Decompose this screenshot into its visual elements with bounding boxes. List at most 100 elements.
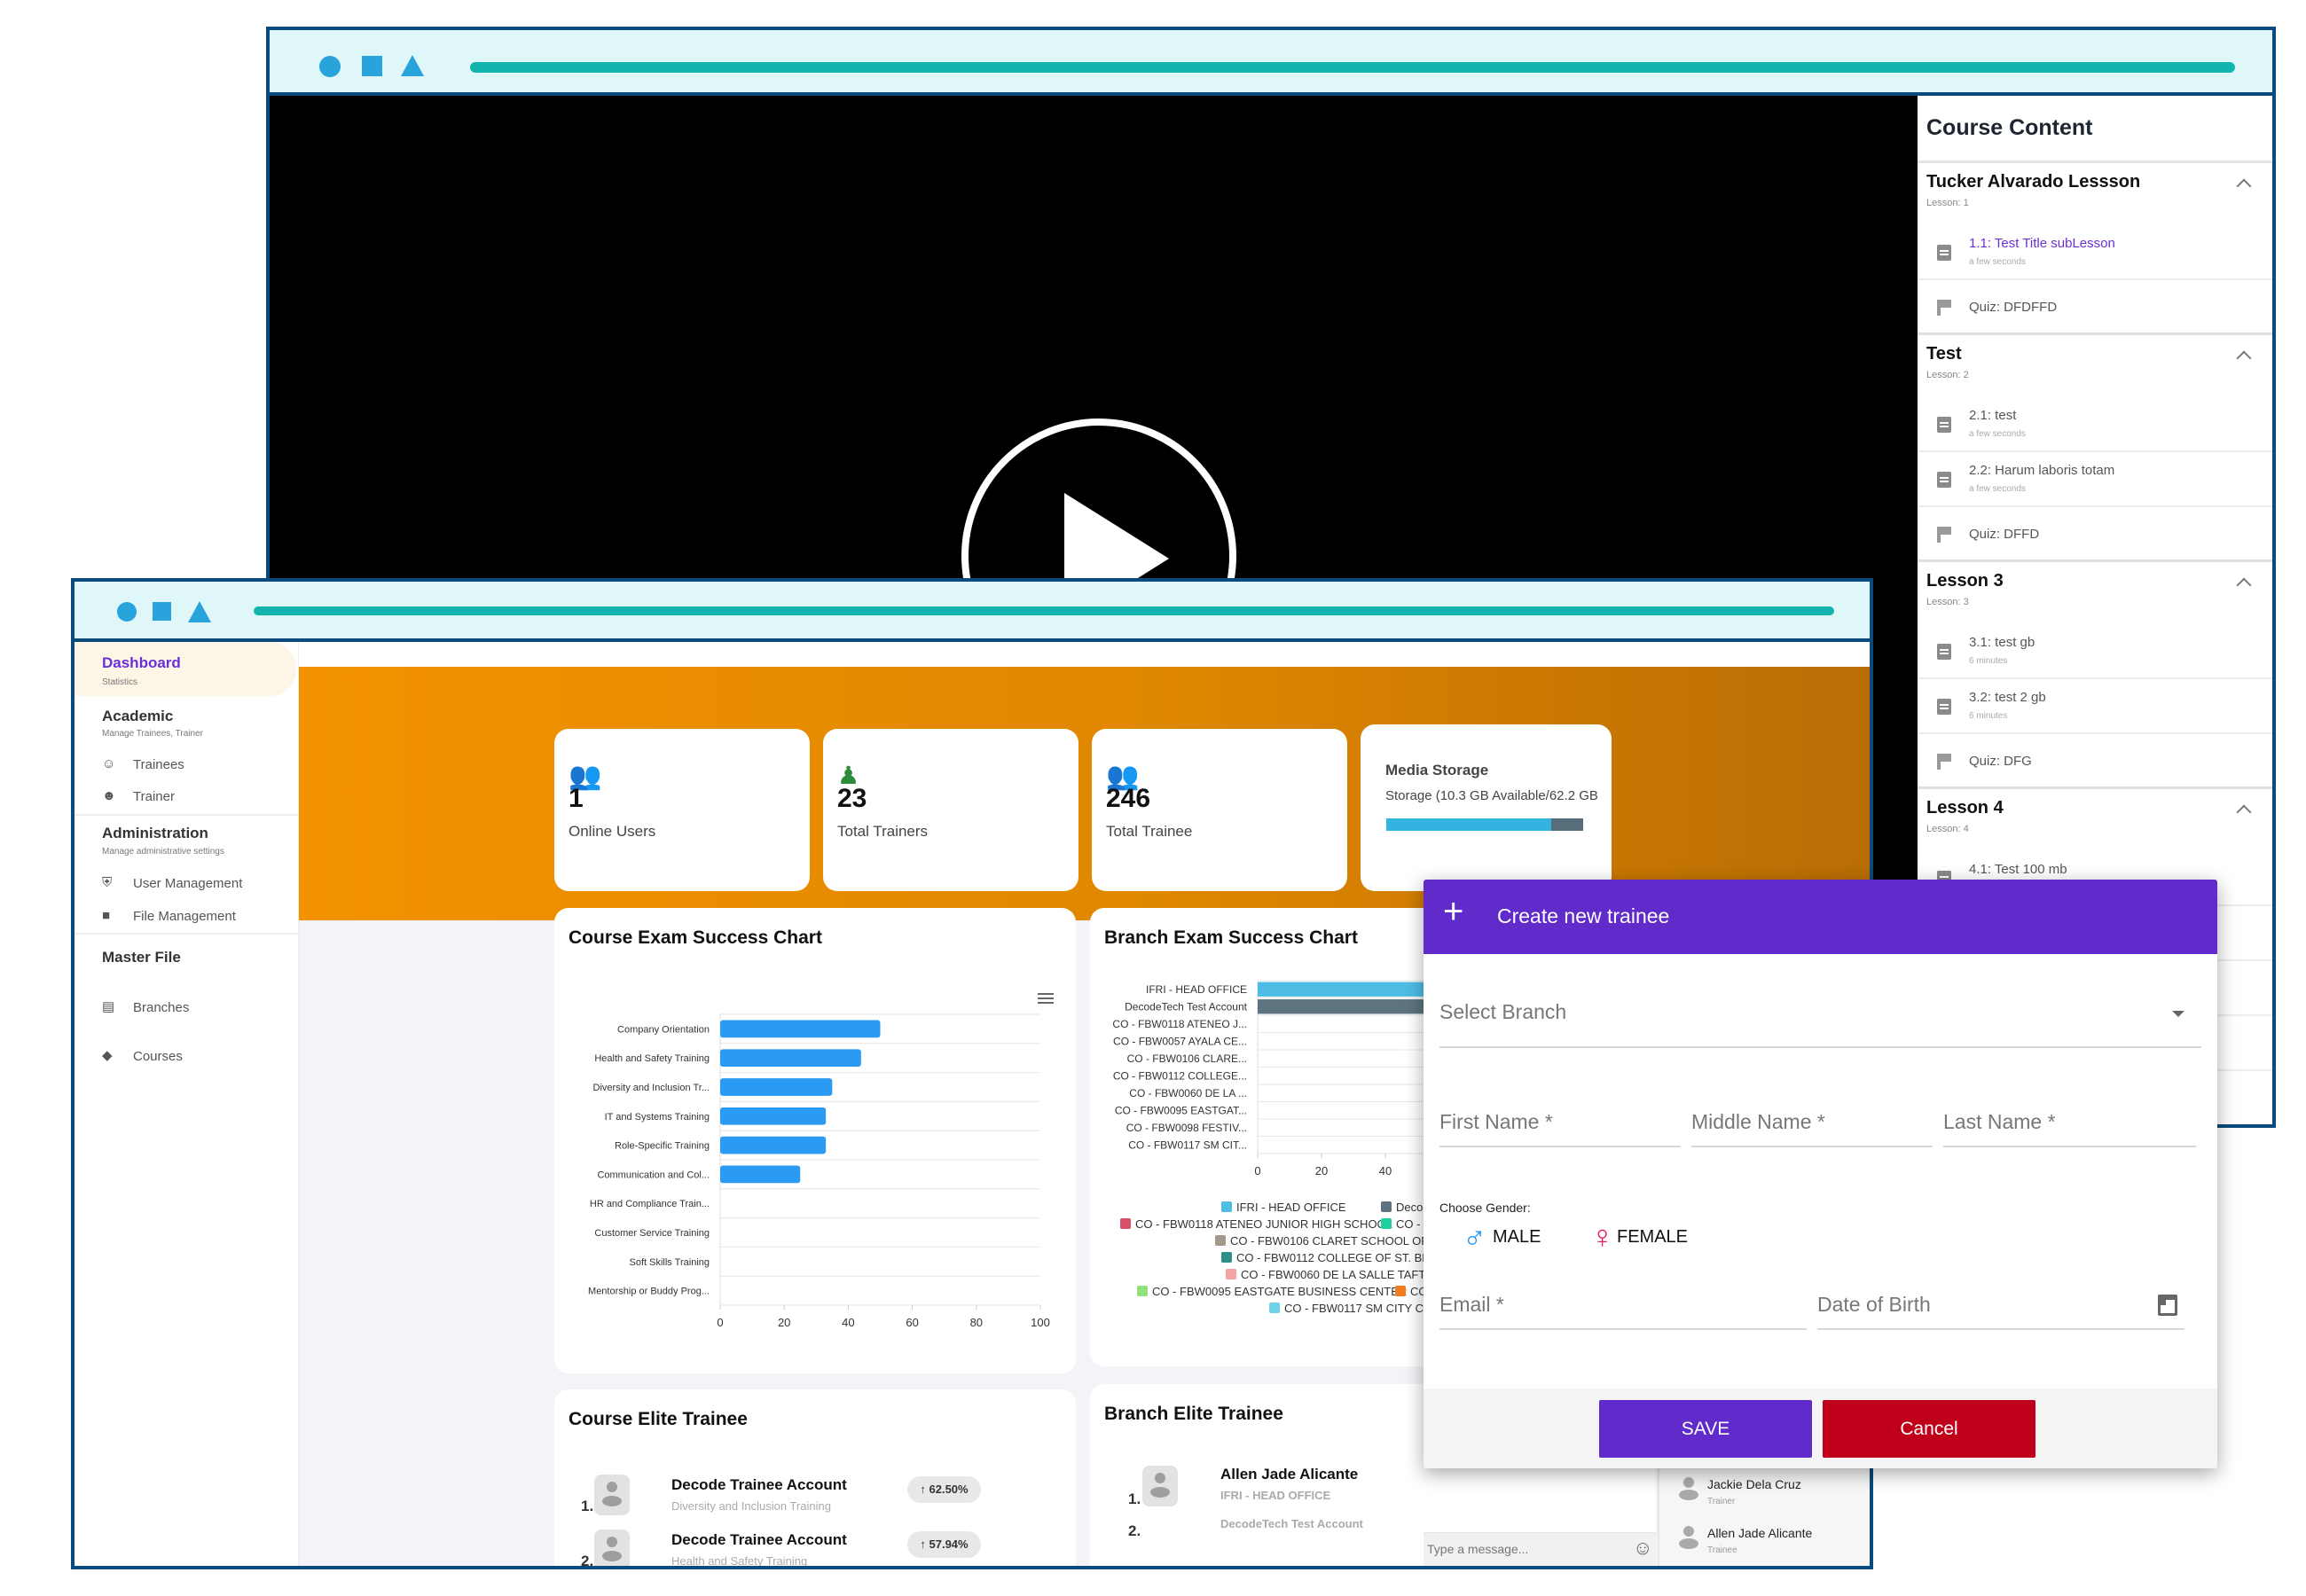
tick-label: 100 bbox=[1031, 1316, 1050, 1329]
bar[interactable] bbox=[720, 1107, 827, 1125]
lesson-header[interactable]: Lesson 3 Lesson: 3 bbox=[1918, 562, 2272, 624]
item-duration: a few seconds bbox=[1969, 429, 2026, 439]
elite-rank: 1. bbox=[581, 1498, 594, 1514]
first-name-label: First Name * bbox=[1439, 1110, 1553, 1133]
save-button[interactable]: SAVE bbox=[1599, 1400, 1812, 1458]
legend-swatch bbox=[1381, 1201, 1392, 1212]
lesson-header[interactable]: Test Lesson: 2 bbox=[1918, 335, 2272, 397]
administration-heading: Administration bbox=[102, 825, 208, 841]
calendar-icon[interactable] bbox=[2158, 1295, 2177, 1316]
folder-icon: ■ bbox=[102, 908, 111, 923]
dashboard-label[interactable]: Dashboard bbox=[102, 654, 181, 672]
sublesson-item[interactable]: 2.2: Harum laboris totam a few seconds bbox=[1918, 452, 2272, 507]
tick-label: 0 bbox=[717, 1316, 723, 1329]
face-icon: ☺ bbox=[102, 756, 116, 771]
lesson-number: Lesson: 3 bbox=[1926, 597, 1969, 607]
sidebar-item-trainer[interactable]: ☻ Trainer bbox=[102, 787, 288, 807]
male-label: MALE bbox=[1493, 1227, 1541, 1247]
lesson-title: Test bbox=[1926, 344, 1962, 364]
bar[interactable] bbox=[720, 1020, 881, 1038]
legend-label: IFRI - HEAD OFFICE bbox=[1236, 1201, 1346, 1214]
branch-select[interactable]: Select Branch bbox=[1439, 998, 2201, 1048]
sublesson-item[interactable]: 3.1: test gb 6 minutes bbox=[1918, 624, 2272, 679]
chevron-down-icon bbox=[2172, 1011, 2184, 1017]
bar[interactable] bbox=[720, 1078, 833, 1096]
course-elite-card: Course Elite Trainee 1. Decode Trainee Ac… bbox=[554, 1389, 1076, 1566]
stat-card-media-storage: Media Storage Storage (10.3 GB Available… bbox=[1361, 724, 1612, 891]
legend-item[interactable]: CO - FBW0117 SM CITY CE bbox=[1269, 1302, 1431, 1315]
legend-label: CO - FBW0095 EASTGATE BUSINESS CENTER bbox=[1152, 1285, 1408, 1298]
triangle-icon bbox=[401, 55, 424, 76]
gender-male-option[interactable]: ♂ MALE bbox=[1463, 1218, 1560, 1255]
item-title: 2.2: Harum laboris totam bbox=[1969, 463, 2115, 478]
lesson-header[interactable]: Lesson 4 Lesson: 4 bbox=[1918, 789, 2272, 851]
bar[interactable] bbox=[720, 1165, 801, 1184]
legend-item[interactable]: CO - FBW0112 COLLEGE OF ST. BEN bbox=[1221, 1251, 1438, 1264]
first-name-field[interactable]: First Name * bbox=[1439, 1110, 1681, 1147]
item-title: 3.1: test gb bbox=[1969, 635, 2035, 650]
administration-sub: Manage administrative settings bbox=[102, 847, 224, 857]
elite-rank: 2. bbox=[1128, 1522, 1141, 1539]
gender-female-option[interactable]: ♀ FEMALE bbox=[1590, 1218, 1714, 1255]
legend-item[interactable]: CO - FBW0106 CLARET SCHOOL OF C bbox=[1215, 1234, 1439, 1248]
message-input[interactable]: Type a message... ☺ bbox=[1424, 1532, 1656, 1566]
legend-item[interactable]: CO - FBW0060 DE LA SALLE TAFT U bbox=[1226, 1268, 1437, 1281]
bar[interactable] bbox=[720, 1136, 827, 1154]
legend-item[interactable]: CO - FBW0118 ATENEO JUNIOR HIGH SCHOOL bbox=[1120, 1217, 1392, 1231]
quiz-item[interactable]: Quiz: DFG bbox=[1918, 734, 2272, 789]
stat-value: 23 bbox=[837, 784, 867, 813]
elite-name[interactable]: Allen Jade Alicante bbox=[1220, 1466, 1358, 1483]
contact-name: Allen Jade Alicante bbox=[1707, 1526, 1813, 1540]
stat-value: 1 bbox=[569, 784, 584, 813]
bar[interactable] bbox=[720, 1049, 861, 1068]
dialog-footer: SAVE Cancel bbox=[1424, 1389, 2217, 1468]
square-icon bbox=[362, 56, 382, 76]
sublesson-item[interactable]: 2.1: test a few seconds bbox=[1918, 397, 2272, 452]
legend-item[interactable]: CO - bbox=[1381, 1217, 1420, 1231]
top-bar bbox=[299, 642, 1870, 667]
quiz-item[interactable]: Quiz: DFFD bbox=[1918, 507, 2272, 562]
sidebar-item-user-management[interactable]: ⛨ User Management bbox=[102, 874, 288, 894]
legend-swatch bbox=[1215, 1235, 1226, 1246]
lesson-header[interactable]: Tucker Alvarado Lessson Lesson: 1 bbox=[1918, 163, 2272, 225]
stat-label: Total Trainers bbox=[837, 823, 929, 840]
item-duration: a few seconds bbox=[1969, 484, 2026, 494]
storage-title: Media Storage bbox=[1385, 762, 1489, 778]
email-field[interactable]: Email * bbox=[1439, 1293, 1807, 1330]
item-title: Quiz: DFDFFD bbox=[1969, 300, 2058, 315]
avatar bbox=[1675, 1522, 1702, 1556]
category-label: Role-Specific Training bbox=[615, 1141, 710, 1152]
legend-item[interactable]: CO - FBW0095 EASTGATE BUSINESS CENTER bbox=[1137, 1285, 1407, 1298]
legend-label: CO - FBW0112 COLLEGE OF ST. BEN bbox=[1236, 1251, 1439, 1264]
sidebar-item-courses[interactable]: ◆ Courses bbox=[102, 1047, 288, 1067]
quiz-item[interactable]: Quiz: DFDFFD bbox=[1918, 280, 2272, 335]
shield-user-icon: ⛨ bbox=[102, 875, 113, 890]
sidebar-item-trainees[interactable]: ☺ Trainees bbox=[102, 755, 288, 775]
stat-card-online-users: 👥 1 Online Users bbox=[554, 729, 810, 891]
storage-bar-fill bbox=[1386, 818, 1552, 831]
sidebar-item-file-management[interactable]: ■ File Management bbox=[102, 907, 288, 927]
stat-label: Total Trainee bbox=[1106, 823, 1193, 840]
female-label: FEMALE bbox=[1617, 1227, 1689, 1247]
create-trainee-dialog: + Create new trainee Select Branch First… bbox=[1424, 880, 2217, 1468]
legend-item[interactable]: IFRI - HEAD OFFICE bbox=[1221, 1201, 1346, 1214]
date-of-birth-field[interactable]: Date of Birth bbox=[1817, 1293, 2184, 1330]
contact-name: Jackie Dela Cruz bbox=[1707, 1477, 1801, 1491]
sidebar-item-label: Courses bbox=[133, 1049, 183, 1064]
dashboard-sub: Statistics bbox=[102, 677, 138, 687]
circle-icon bbox=[117, 602, 137, 622]
sublesson-item[interactable]: 3.2: test 2 gb 6 minutes bbox=[1918, 679, 2272, 734]
last-name-label: Last Name * bbox=[1943, 1110, 2056, 1133]
sidebar-item-branches[interactable]: ▤ Branches bbox=[102, 998, 288, 1018]
elite-branch: DecodeTech Test Account bbox=[1220, 1517, 1363, 1530]
lesson-title: Lesson 3 bbox=[1926, 571, 2004, 591]
cancel-button[interactable]: Cancel bbox=[1823, 1400, 2035, 1458]
sublesson-item[interactable]: 1.1: Test Title subLesson a few seconds bbox=[1918, 225, 2272, 280]
graduation-cap-icon: ◆ bbox=[102, 1048, 113, 1063]
contact-role: Trainer bbox=[1707, 1497, 1736, 1506]
emoji-icon[interactable]: ☺ bbox=[1633, 1537, 1652, 1560]
middle-name-field[interactable]: Middle Name * bbox=[1691, 1110, 1933, 1147]
last-name-field[interactable]: Last Name * bbox=[1943, 1110, 2196, 1147]
avatar bbox=[594, 1530, 630, 1566]
elite-course: Diversity and Inclusion Training bbox=[671, 1499, 831, 1513]
